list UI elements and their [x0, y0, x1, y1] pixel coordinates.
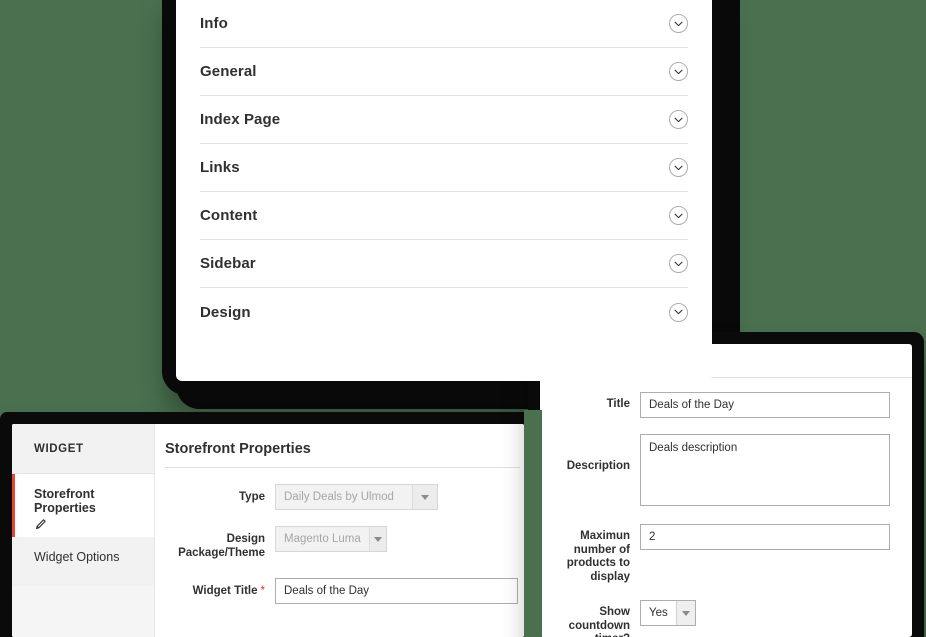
chevron-down-circle-icon[interactable]	[669, 110, 688, 129]
storefront-section-title: Storefront Properties	[165, 441, 311, 457]
design-package-theme-select[interactable]: Magento Luma	[275, 526, 387, 552]
accordion-section-label: Index Page	[200, 111, 281, 128]
accordion-section-label: General	[200, 63, 257, 80]
chevron-down-circle-icon[interactable]	[669, 14, 688, 33]
field-label-widget-title-text: Widget Title	[192, 585, 258, 597]
accordion-section-label: Sidebar	[200, 255, 256, 272]
field-control-max-products: 2	[640, 524, 912, 550]
storefront-properties-panel: WIDGET Storefront Properties Widget Opti…	[12, 424, 524, 637]
field-control-design-package-theme: Magento Luma	[275, 526, 524, 552]
sidebar-item-storefront-properties[interactable]: Storefront Properties	[12, 474, 154, 537]
field-label-max-products: Maximun number of products to display	[566, 530, 630, 583]
field-label-widget-title: Widget Title *	[165, 578, 275, 598]
sidebar-item-widget-options[interactable]: Widget Options	[12, 537, 154, 586]
accordion-section-content[interactable]: Content	[200, 192, 688, 240]
field-control-show-countdown-timer: Yes	[640, 600, 912, 626]
type-select-value: Daily Deals by Ulmod	[284, 491, 394, 503]
widget-options-panel: Widget Options Title Deals of the Day De…	[540, 344, 912, 637]
title-input[interactable]: Deals of the Day	[640, 392, 890, 418]
accordion-section-label: Links	[200, 159, 240, 176]
pencil-icon[interactable]	[34, 517, 48, 531]
type-select[interactable]: Daily Deals by Ulmod	[275, 484, 438, 510]
required-marker: *	[260, 585, 265, 597]
accordion-panel: Info General Index Page Links Content Si…	[162, 0, 726, 381]
widget-sidebar-title: WIDGET	[12, 424, 154, 474]
field-label-type: Type	[239, 491, 265, 503]
widget-sidebar: WIDGET Storefront Properties Widget Opti…	[12, 424, 155, 637]
field-control-description: Deals description	[640, 434, 912, 506]
show-countdown-timer-value: Yes	[649, 607, 668, 619]
section-divider	[165, 467, 520, 468]
description-textarea[interactable]: Deals description	[640, 434, 890, 506]
chevron-down-circle-icon[interactable]	[669, 302, 688, 322]
field-show-countdown-timer: Show countdown timer? Yes	[540, 600, 912, 637]
field-label-title: Title	[606, 398, 630, 410]
field-max-products: Maximun number of products to display 2	[540, 524, 912, 584]
panel-overlap-mask	[524, 410, 542, 637]
field-type: Type Daily Deals by Ulmod	[155, 484, 524, 510]
accordion-section-index-page[interactable]: Index Page	[200, 96, 688, 144]
accordion-section-links[interactable]: Links	[200, 144, 688, 192]
field-design-package-theme: Design Package/Theme Magento Luma	[155, 526, 524, 560]
accordion-list: Info General Index Page Links Content Si…	[176, 0, 712, 381]
chevron-down-circle-icon[interactable]	[669, 62, 688, 81]
accordion-section-info[interactable]: Info	[200, 0, 688, 48]
field-control-widget-title: Deals of the Day	[275, 578, 524, 604]
chevron-down-circle-icon[interactable]	[669, 158, 688, 177]
design-package-theme-select-value: Magento Luma	[284, 533, 361, 545]
field-label-design-package-theme: Design Package/Theme	[178, 533, 265, 559]
accordion-section-label: Content	[200, 207, 258, 224]
field-widget-title: Widget Title * Deals of the Day	[155, 578, 524, 604]
chevron-down-circle-icon[interactable]	[669, 254, 688, 273]
max-products-input[interactable]: 2	[640, 524, 890, 550]
accordion-section-label: Design	[200, 303, 251, 321]
field-control-title: Deals of the Day	[640, 392, 912, 418]
chevron-down-icon[interactable]	[368, 527, 386, 551]
widget-title-input[interactable]: Deals of the Day	[275, 578, 518, 604]
sidebar-item-label: Storefront Properties	[34, 487, 96, 515]
chevron-down-circle-icon[interactable]	[669, 206, 688, 225]
chevron-down-icon[interactable]	[412, 485, 437, 509]
chevron-down-icon[interactable]	[675, 601, 695, 625]
field-title: Title Deals of the Day	[540, 392, 912, 418]
accordion-section-design[interactable]: Design	[200, 288, 688, 336]
accordion-section-sidebar[interactable]: Sidebar	[200, 240, 688, 288]
show-countdown-timer-select[interactable]: Yes	[640, 600, 696, 626]
field-description: Description Deals description	[540, 434, 912, 506]
accordion-section-label: Info	[200, 15, 228, 32]
field-control-type: Daily Deals by Ulmod	[275, 484, 524, 510]
field-label-description: Description	[566, 460, 630, 472]
field-label-show-countdown-timer: Show countdown timer?	[568, 606, 630, 637]
sidebar-item-label: Widget Options	[34, 550, 120, 564]
storefront-form: Storefront Properties Type Daily Deals b…	[155, 424, 524, 637]
accordion-section-general[interactable]: General	[200, 48, 688, 96]
